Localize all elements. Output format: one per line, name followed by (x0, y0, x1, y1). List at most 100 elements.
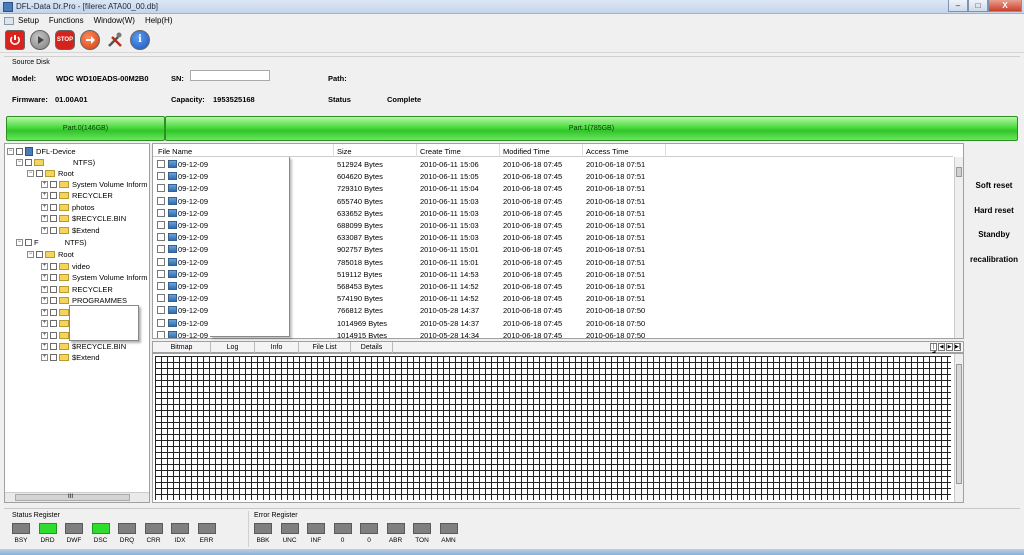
column-header-access-time[interactable]: Access Time (586, 147, 629, 156)
expand-icon[interactable]: + (41, 214, 48, 222)
tab-log[interactable]: Log (211, 342, 255, 353)
row-checkbox[interactable] (157, 160, 165, 168)
tree-node-folder[interactable]: + PROGRAMMES (41, 295, 127, 305)
tree-node-folder[interactable]: + video (41, 261, 90, 271)
tree-node-folder[interactable]: + System Volume Inform (41, 179, 147, 189)
close-button[interactable]: X (988, 0, 1022, 12)
next-button[interactable] (80, 29, 100, 50)
collapse-icon[interactable]: − (27, 169, 34, 177)
tree-node-folder[interactable]: + $RECYCLE.BIN (41, 341, 126, 351)
expand-icon[interactable]: + (41, 262, 48, 270)
expand-icon[interactable]: + (41, 226, 48, 234)
first-tab-icon[interactable]: |◀ (930, 343, 937, 356)
checkbox[interactable] (50, 203, 57, 211)
tree-node-root[interactable]: − Root (27, 249, 74, 259)
expand-icon[interactable]: + (41, 342, 48, 350)
expand-icon[interactable]: + (41, 285, 48, 293)
tree-node-folder[interactable]: + photos (41, 202, 95, 212)
power-button[interactable] (5, 29, 25, 50)
column-header-name[interactable]: File Name (158, 147, 192, 156)
collapse-icon[interactable]: − (7, 147, 14, 155)
column-separator[interactable] (499, 144, 500, 157)
checkbox[interactable] (25, 158, 32, 166)
partition-0[interactable]: Part.0(146GB) (6, 116, 165, 141)
tools-button[interactable] (105, 30, 125, 50)
file-list-scrollbar[interactable] (954, 157, 963, 338)
row-checkbox[interactable] (157, 184, 165, 193)
tree-node-partition-0[interactable]: − NTFS) (16, 157, 95, 167)
last-tab-icon[interactable]: ▶| (954, 343, 961, 351)
row-checkbox[interactable] (157, 245, 165, 254)
checkbox[interactable] (50, 262, 57, 270)
tree-node-partition-1[interactable]: − F NTFS) (16, 237, 87, 247)
checkbox[interactable] (25, 238, 32, 246)
checkbox[interactable] (50, 214, 57, 222)
tab-bitmap[interactable]: Bitmap (153, 342, 211, 353)
row-checkbox[interactable] (157, 282, 165, 290)
tree-node-folder[interactable]: + System Volume Inform (41, 272, 147, 282)
expand-icon[interactable]: + (41, 191, 48, 199)
tree-node-folder[interactable]: + RECYCLER (41, 284, 113, 294)
column-header-create-time[interactable]: Create Time (420, 147, 461, 156)
scrollbar-thumb[interactable] (956, 364, 962, 484)
column-separator[interactable] (333, 144, 334, 157)
tab-info[interactable]: Info (255, 342, 299, 353)
column-header-size[interactable]: Size (337, 147, 352, 156)
bitmap-scrollbar[interactable] (954, 354, 963, 502)
tab-file-list[interactable]: File List (299, 342, 351, 353)
checkbox[interactable] (50, 353, 57, 361)
column-separator[interactable] (416, 144, 417, 157)
maximize-button[interactable]: □ (968, 0, 988, 12)
play-button[interactable] (30, 29, 50, 50)
menu-functions[interactable]: Functions (49, 16, 84, 25)
checkbox[interactable] (50, 319, 57, 327)
row-checkbox[interactable] (157, 330, 165, 338)
row-checkbox[interactable] (157, 233, 165, 242)
checkbox[interactable] (50, 180, 57, 188)
checkbox[interactable] (50, 296, 57, 304)
expand-icon[interactable]: + (41, 180, 48, 188)
expand-icon[interactable]: + (41, 319, 48, 327)
tree-node-folder[interactable]: + $Extend (41, 352, 100, 362)
checkbox[interactable] (50, 342, 57, 350)
tab-details[interactable]: Details (351, 342, 393, 353)
tree-node-folder[interactable]: + $RECYCLE.BIN (41, 213, 126, 223)
row-checkbox[interactable] (157, 318, 165, 327)
collapse-icon[interactable]: − (27, 250, 34, 258)
scrollbar-thumb[interactable] (956, 167, 962, 177)
column-header-modified-time[interactable]: Modified Time (503, 147, 550, 156)
row-checkbox[interactable] (157, 208, 165, 217)
checkbox[interactable] (36, 169, 43, 177)
tree-node-folder[interactable]: + RECYCLER (41, 190, 113, 200)
row-checkbox[interactable] (157, 172, 165, 181)
tree-node-root[interactable]: − Root (27, 168, 74, 178)
checkbox[interactable] (50, 285, 57, 293)
soft-reset-button[interactable]: Soft reset (966, 181, 1022, 190)
checkbox[interactable] (50, 226, 57, 234)
tree-node-device[interactable]: − DFL-Device (7, 146, 76, 156)
tree-node-folder[interactable]: + $Extend (41, 225, 100, 235)
column-separator[interactable] (582, 144, 583, 157)
menu-setup[interactable]: Setup (18, 16, 39, 25)
menu-help[interactable]: Help(H) (145, 16, 173, 25)
collapse-icon[interactable]: − (16, 238, 23, 246)
expand-icon[interactable]: + (41, 331, 48, 339)
expand-icon[interactable]: + (41, 353, 48, 361)
checkbox[interactable] (36, 250, 43, 258)
checkbox[interactable] (50, 331, 57, 339)
next-tab-icon[interactable]: ▶ (946, 343, 953, 351)
row-checkbox[interactable] (157, 306, 165, 315)
row-checkbox[interactable] (157, 196, 165, 205)
system-menu-icon[interactable] (4, 16, 14, 25)
menu-window[interactable]: Window(W) (94, 16, 135, 25)
expand-icon[interactable]: + (41, 308, 48, 316)
checkbox[interactable] (50, 308, 57, 316)
partition-1[interactable]: Part.1(785GB) (165, 116, 1018, 141)
checkbox[interactable] (50, 273, 57, 281)
column-separator[interactable] (665, 144, 666, 157)
row-checkbox[interactable] (157, 294, 165, 303)
standby-button[interactable]: Standby (966, 230, 1022, 239)
minimize-button[interactable]: – (948, 0, 968, 12)
expand-icon[interactable]: + (41, 273, 48, 281)
stop-button[interactable]: STOP (55, 29, 75, 50)
